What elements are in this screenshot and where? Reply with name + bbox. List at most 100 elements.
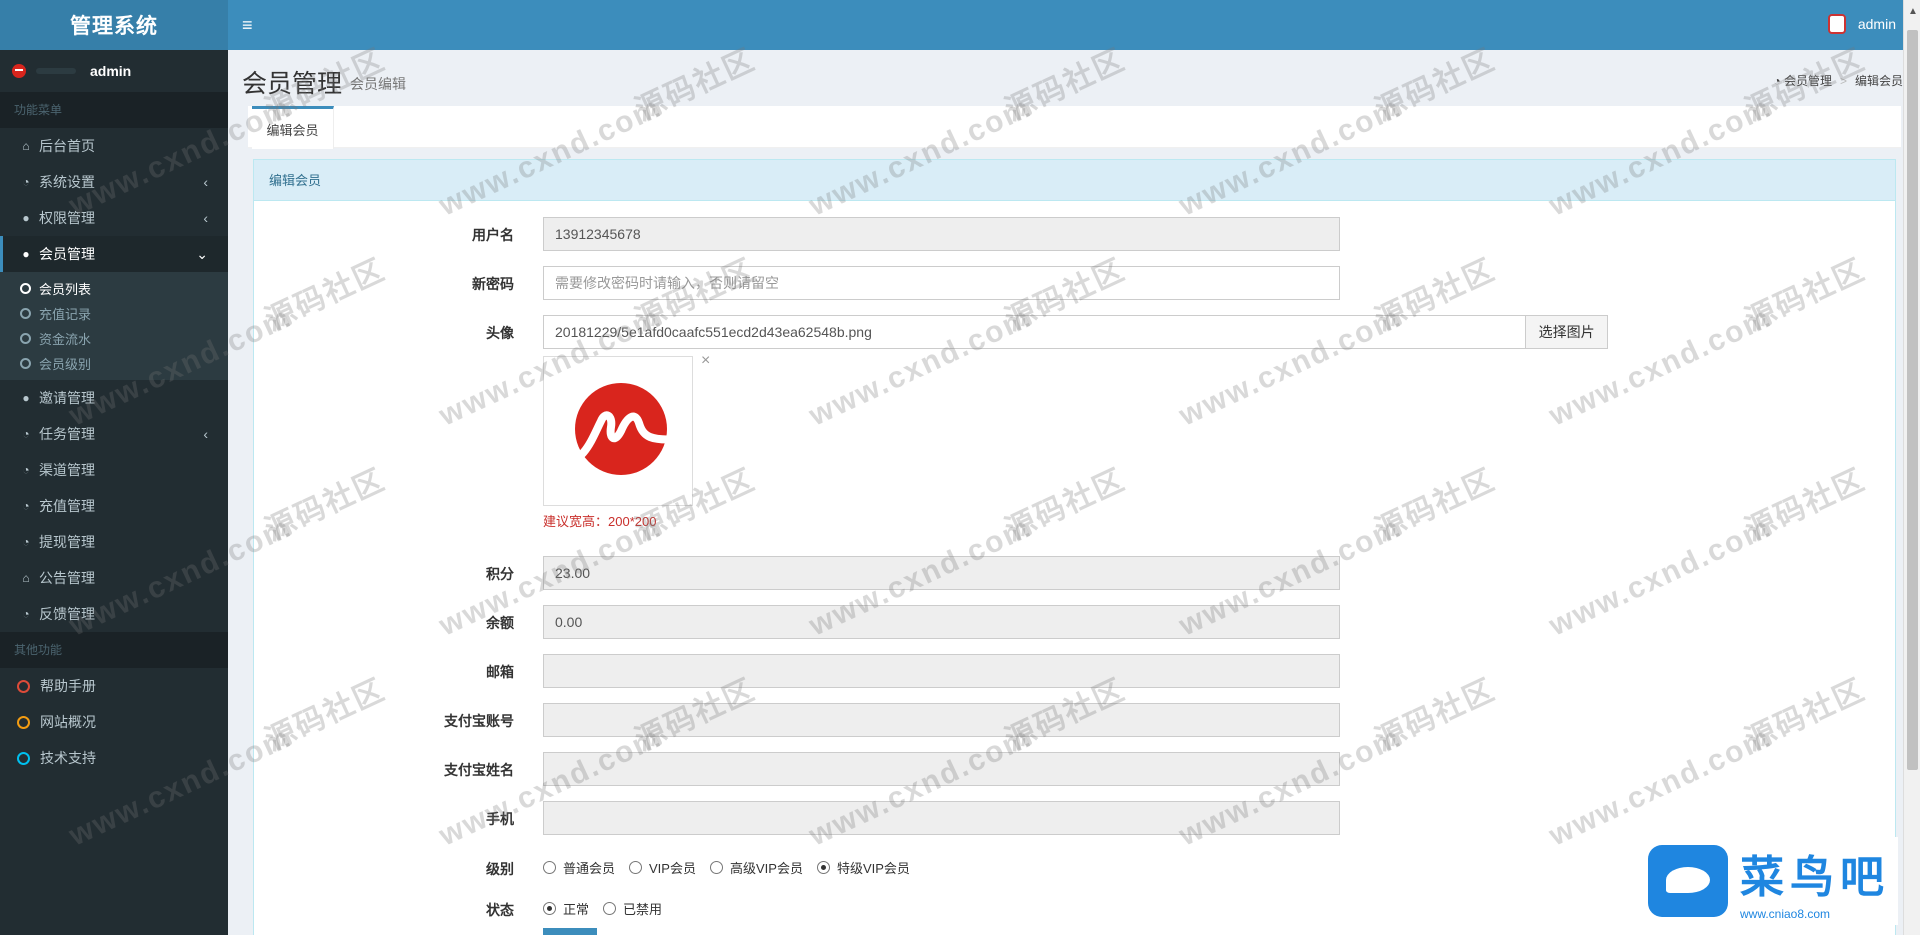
tab-edit-member[interactable]: 编辑会员 xyxy=(252,106,334,149)
sidebar-item-help[interactable]: 帮助手册 xyxy=(0,668,228,704)
app-logo[interactable]: 管理系统 xyxy=(0,0,228,50)
sidebar-item-system[interactable]: ◔ 系统设置 ‹ xyxy=(0,164,228,200)
status-radio-disabled[interactable]: 已禁用 xyxy=(603,899,662,918)
sidebar-item-permissions[interactable]: ● 权限管理 ‹ xyxy=(0,200,228,236)
form-row-password: 新密码 需要修改密码时请输入，否则请留空 xyxy=(254,266,1895,300)
brand-name: 菜鸟吧 xyxy=(1740,852,1890,903)
form-row-email: 邮箱 xyxy=(254,654,1895,688)
form-row-balance: 余额 0.00 xyxy=(254,605,1895,639)
avatar-label: 头像 xyxy=(486,325,514,341)
users-icon: ● xyxy=(22,247,30,261)
menu-header-other: 其他功能 xyxy=(0,632,228,668)
circle-icon xyxy=(20,333,31,344)
sidebar-item-invites[interactable]: ● 邀请管理 xyxy=(0,380,228,416)
chevron-left-icon: ‹ xyxy=(203,210,208,226)
points-label: 积分 xyxy=(486,566,514,582)
chevron-down-icon: ⌄ xyxy=(196,245,208,262)
sidebar-item-withdraw[interactable]: ◔ 提现管理 xyxy=(0,524,228,560)
scrollbar-thumb[interactable] xyxy=(1907,30,1918,770)
points-field[interactable]: 23.00 xyxy=(543,556,1340,590)
brand-badge: 菜鸟吧 www.cniao8.com xyxy=(1640,837,1898,925)
user-status xyxy=(36,68,76,74)
alipay-account-field[interactable] xyxy=(543,703,1340,737)
submenu-member-level[interactable]: 会员级别 xyxy=(0,351,228,376)
remove-image-icon[interactable]: × xyxy=(701,352,710,370)
form-row-avatar: 头像 20181229/5e1afd0caafc551ecd2d43ea6254… xyxy=(254,315,1895,545)
avatar-preview xyxy=(543,356,693,506)
submenu-fund-flow[interactable]: 资金流水 xyxy=(0,326,228,351)
balance-label: 余额 xyxy=(486,615,514,631)
circle-icon xyxy=(17,679,30,693)
dashboard-icon: ◔ xyxy=(22,175,30,189)
brand-url: www.cniao8.com xyxy=(1740,907,1831,921)
level-radio-normal[interactable]: 普通会员 xyxy=(543,858,615,877)
sidebar-item-support[interactable]: 技术支持 xyxy=(0,740,228,776)
email-field[interactable] xyxy=(543,654,1340,688)
status-radio-group: 正常 已禁用 xyxy=(543,899,676,918)
form-row-phone: 手机 xyxy=(254,801,1895,835)
alipay-name-field[interactable] xyxy=(543,752,1340,786)
submenu-member-list[interactable]: 会员列表 xyxy=(0,276,228,301)
sidebar-item-notices[interactable]: ⌂ 公告管理 xyxy=(0,560,228,596)
page-scrollbar[interactable]: ▲ xyxy=(1903,0,1920,935)
sidebar-item-channels[interactable]: ◔ 渠道管理 xyxy=(0,452,228,488)
content-header: 会员管理 会员编辑 ◔ 会员管理 > 编辑会员 xyxy=(228,50,1903,106)
breadcrumb-item[interactable]: 会员管理 xyxy=(1784,74,1832,88)
circle-icon xyxy=(20,283,31,294)
circle-icon xyxy=(17,751,30,765)
users-icon: ● xyxy=(22,391,30,405)
scroll-up-icon[interactable]: ▲ xyxy=(1908,6,1918,17)
dashboard-icon: ◔ xyxy=(22,463,30,477)
panel-title: 编辑会员 xyxy=(254,160,1895,201)
status-radio-normal[interactable]: 正常 xyxy=(543,899,589,918)
sidebar-item-dashboard[interactable]: ⌂ 后台首页 xyxy=(0,128,228,164)
alipay-account-label: 支付宝账号 xyxy=(444,713,514,729)
hamburger-menu-icon[interactable]: ≡ xyxy=(228,15,268,36)
level-radio-senior-vip[interactable]: 高级VIP会员 xyxy=(709,858,803,877)
sidebar: 管理系统 admin 功能菜单 ⌂ 后台首页 ◔ 系统设置 ‹ ● 权限管理 ‹ ● 会员管… xyxy=(0,0,228,935)
phone-label: 手机 xyxy=(486,811,514,827)
username-label: 用户名 xyxy=(472,227,514,243)
members-submenu: 会员列表 充值记录 资金流水 会员级别 xyxy=(0,272,228,380)
top-user-menu[interactable]: admin xyxy=(1827,14,1896,34)
edit-member-panel: 编辑会员 用户名 13912345678 新密码 需要修改密码时请输入，否则请留… xyxy=(253,159,1896,935)
username-field[interactable]: 13912345678 xyxy=(543,217,1340,251)
users-icon: ● xyxy=(22,211,30,225)
dashboard-icon: ◔ xyxy=(22,499,30,513)
user-avatar-icon xyxy=(12,64,26,78)
password-field[interactable]: 需要修改密码时请输入，否则请留空 xyxy=(543,266,1340,300)
phone-field[interactable] xyxy=(543,801,1340,835)
avatar-logo-image xyxy=(555,383,681,475)
status-label: 状态 xyxy=(486,902,514,918)
sidebar-item-overview[interactable]: 网站概况 xyxy=(0,704,228,740)
sidebar-item-feedback[interactable]: ◔ 反馈管理 xyxy=(0,596,228,632)
dashboard-icon: ◔ xyxy=(1773,74,1784,88)
form-row-alipay-name: 支付宝姓名 xyxy=(254,752,1895,786)
avatar xyxy=(1827,14,1846,34)
avatar-size-hint: 建议宽高：200*200 xyxy=(543,514,657,529)
chevron-left-icon: ‹ xyxy=(203,426,208,442)
dashboard-icon: ◔ xyxy=(22,427,30,441)
submenu-recharge-records[interactable]: 充值记录 xyxy=(0,301,228,326)
top-navbar: ≡ admin xyxy=(228,0,1920,50)
circle-icon xyxy=(17,715,30,729)
bird-logo-icon xyxy=(1648,845,1728,917)
breadcrumb-item: 编辑会员 xyxy=(1854,74,1903,88)
menu-header-main: 功能菜单 xyxy=(0,92,228,128)
sidebar-item-tasks[interactable]: ◔ 任务管理 ‹ xyxy=(0,416,228,452)
password-label: 新密码 xyxy=(472,276,514,292)
avatar-path-field[interactable]: 20181229/5e1afd0caafc551ecd2d43ea62548b.… xyxy=(543,315,1527,349)
submit-button[interactable] xyxy=(543,928,597,935)
email-label: 邮箱 xyxy=(486,664,514,680)
balance-field[interactable]: 0.00 xyxy=(543,605,1340,639)
alipay-name-label: 支付宝姓名 xyxy=(444,762,514,778)
sidebar-item-recharge[interactable]: ◔ 充值管理 xyxy=(0,488,228,524)
choose-image-button[interactable]: 选择图片 xyxy=(1526,315,1608,349)
home-icon: ⌂ xyxy=(22,139,30,153)
level-radio-vip[interactable]: VIP会员 xyxy=(629,858,696,877)
level-radio-group: 普通会员 VIP会员 高级VIP会员 特级VIP会员 xyxy=(543,858,924,877)
level-radio-super-vip[interactable]: 特级VIP会员 xyxy=(816,858,910,877)
sidebar-item-members[interactable]: ● 会员管理 ⌄ xyxy=(0,236,228,272)
circle-icon xyxy=(20,358,31,369)
dashboard-icon: ◔ xyxy=(22,607,30,621)
